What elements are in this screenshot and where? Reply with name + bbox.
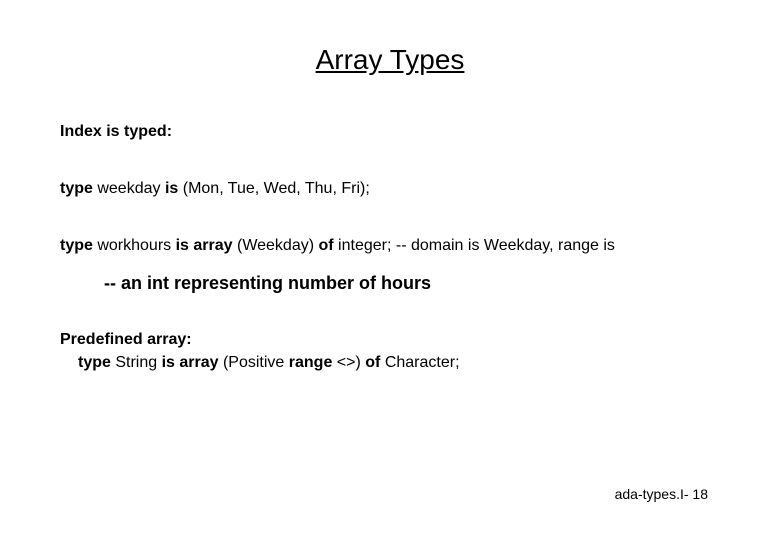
keyword-range: range <box>289 354 333 371</box>
weekday-enum: (Mon, Tue, Wed, Thu, Fri); <box>178 180 369 197</box>
keyword-is: is <box>165 180 178 197</box>
workhours-rest: integer; -- domain is Weekday, range is <box>334 237 615 254</box>
string-tail: Character; <box>380 354 459 371</box>
keyword-is-array: is array <box>176 237 233 254</box>
predefined-label: Predefined array: <box>60 330 720 351</box>
index-typed-line: Index is typed: <box>60 122 720 143</box>
comment-line: -- an int representing number of hours <box>104 272 720 295</box>
keyword-is-array: is array <box>162 354 219 371</box>
string-decl: type String is array (Positive range <>)… <box>78 353 720 374</box>
slide-footer: ada-types.I- 18 <box>615 486 708 502</box>
weekday-decl: type weekday is (Mon, Tue, Wed, Thu, Fri… <box>60 179 720 200</box>
workhours-index: (Weekday) <box>233 237 319 254</box>
string-index-open: (Positive <box>219 354 289 371</box>
ident-weekday: weekday <box>93 180 165 197</box>
keyword-of: of <box>319 237 334 254</box>
slide: Array Types Index is typed: type weekday… <box>0 0 780 540</box>
keyword-of: of <box>365 354 380 371</box>
slide-body: Index is typed: type weekday is (Mon, Tu… <box>0 122 780 373</box>
workhours-decl: type workhours is array (Weekday) of int… <box>60 236 720 257</box>
string-range-rest: <>) <box>332 354 365 371</box>
ident-string: String <box>111 354 162 371</box>
keyword-type: type <box>60 180 93 197</box>
ident-workhours: workhours <box>93 237 176 254</box>
page-title: Array Types <box>0 0 780 76</box>
keyword-type: type <box>60 237 93 254</box>
keyword-type: type <box>78 354 111 371</box>
